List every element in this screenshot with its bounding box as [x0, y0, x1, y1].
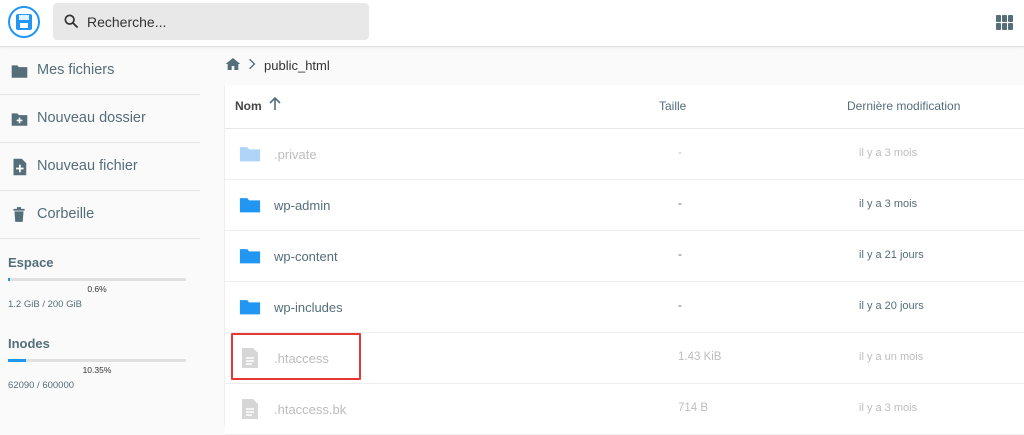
folder-icon — [239, 147, 261, 162]
search-icon — [64, 14, 78, 28]
space-usage-bar — [8, 278, 186, 281]
file-icon — [242, 348, 258, 368]
file-size: - — [678, 300, 682, 312]
inodes-usage-percent: 10.35% — [82, 365, 112, 375]
inodes-usage: Inodes 10.35% 62090 / 600000 — [8, 336, 186, 391]
table-row[interactable]: wp-content - il y a 21 jours — [225, 231, 1024, 282]
table-row[interactable]: wp-admin - il y a 3 mois — [225, 180, 1024, 231]
file-size: 714 B — [678, 402, 709, 414]
space-usage-percent: 0.6% — [87, 284, 107, 294]
sidebar-item-label: Mes fichiers — [37, 62, 115, 78]
table-row[interactable]: .htaccess.bk 714 B il y a 3 mois — [225, 384, 1024, 435]
file-modified: il y a 3 mois — [859, 402, 918, 414]
space-usage: Espace 0.6% 1.2 GiB / 200 GiB — [8, 255, 186, 310]
file-size: - — [678, 249, 682, 261]
file-name[interactable]: wp-content — [274, 249, 338, 264]
file-name[interactable]: wp-includes — [274, 300, 343, 315]
folder-icon — [239, 300, 261, 315]
trash-icon — [13, 207, 25, 222]
sidebar-item-label: Corbeille — [37, 206, 95, 222]
sidebar-item-new-file[interactable]: Nouveau fichier — [0, 143, 200, 191]
file-list-header: Nom Taille Dernière modification — [225, 85, 1024, 129]
column-header-name[interactable]: Nom — [235, 99, 262, 113]
space-usage-title: Espace — [8, 255, 54, 270]
file-size: - — [678, 147, 682, 159]
table-row[interactable]: wp-includes - il y a 20 jours — [225, 282, 1024, 333]
sidebar-item-label: Nouveau fichier — [37, 158, 138, 174]
app-logo-icon[interactable] — [8, 6, 40, 38]
inodes-usage-fill — [8, 359, 27, 362]
search-bar[interactable] — [53, 3, 369, 40]
column-header-size[interactable]: Taille — [659, 99, 686, 113]
file-modified: il y a un mois — [859, 351, 924, 363]
sidebar: Mes fichiers Nouveau dossier Nouveau fic… — [0, 47, 200, 425]
arrow-up-icon[interactable] — [269, 97, 281, 111]
sidebar-item-new-folder[interactable]: Nouveau dossier — [0, 95, 200, 143]
view-mode-grid-icon[interactable] — [996, 15, 1013, 30]
folder-icon — [11, 65, 28, 78]
file-size: - — [678, 198, 682, 210]
space-usage-fill — [8, 278, 10, 281]
sidebar-item-my-files[interactable]: Mes fichiers — [0, 47, 200, 95]
file-size: 1.43 KiB — [678, 351, 722, 363]
sidebar-item-label: Nouveau dossier — [37, 110, 146, 126]
file-modified: il y a 21 jours — [859, 249, 924, 261]
space-usage-detail: 1.2 GiB / 200 GiB — [8, 299, 82, 310]
search-input[interactable] — [87, 3, 357, 40]
breadcrumb-item[interactable]: public_html — [264, 58, 330, 73]
file-name[interactable]: .htaccess — [274, 351, 329, 366]
home-icon[interactable] — [225, 57, 241, 71]
file-list: Nom Taille Dernière modification .privat… — [224, 85, 1024, 435]
chevron-right-icon — [248, 57, 256, 73]
top-bar — [0, 0, 1024, 47]
inodes-usage-detail: 62090 / 600000 — [8, 380, 75, 391]
table-row[interactable]: .private - il y a 3 mois — [225, 129, 1024, 180]
inodes-usage-bar — [8, 359, 186, 362]
folder-icon — [239, 249, 261, 264]
file-modified: il y a 3 mois — [859, 147, 918, 159]
file-name[interactable]: .htaccess.bk — [274, 402, 346, 417]
file-name[interactable]: .private — [274, 147, 317, 162]
main-content: public_html Nom Taille Dernière modifica… — [224, 47, 1024, 435]
inodes-usage-title: Inodes — [8, 336, 50, 351]
sidebar-item-trash[interactable]: Corbeille — [0, 191, 200, 239]
file-name[interactable]: wp-admin — [274, 198, 330, 213]
file-modified: il y a 3 mois — [859, 198, 918, 210]
create-file-icon — [13, 158, 27, 176]
table-row[interactable]: .htaccess 1.43 KiB il y a un mois — [225, 333, 1024, 384]
file-icon — [242, 399, 258, 419]
column-header-modified[interactable]: Dernière modification — [847, 99, 960, 113]
create-folder-icon — [11, 113, 28, 126]
folder-icon — [239, 198, 261, 213]
file-modified: il y a 20 jours — [859, 300, 924, 312]
